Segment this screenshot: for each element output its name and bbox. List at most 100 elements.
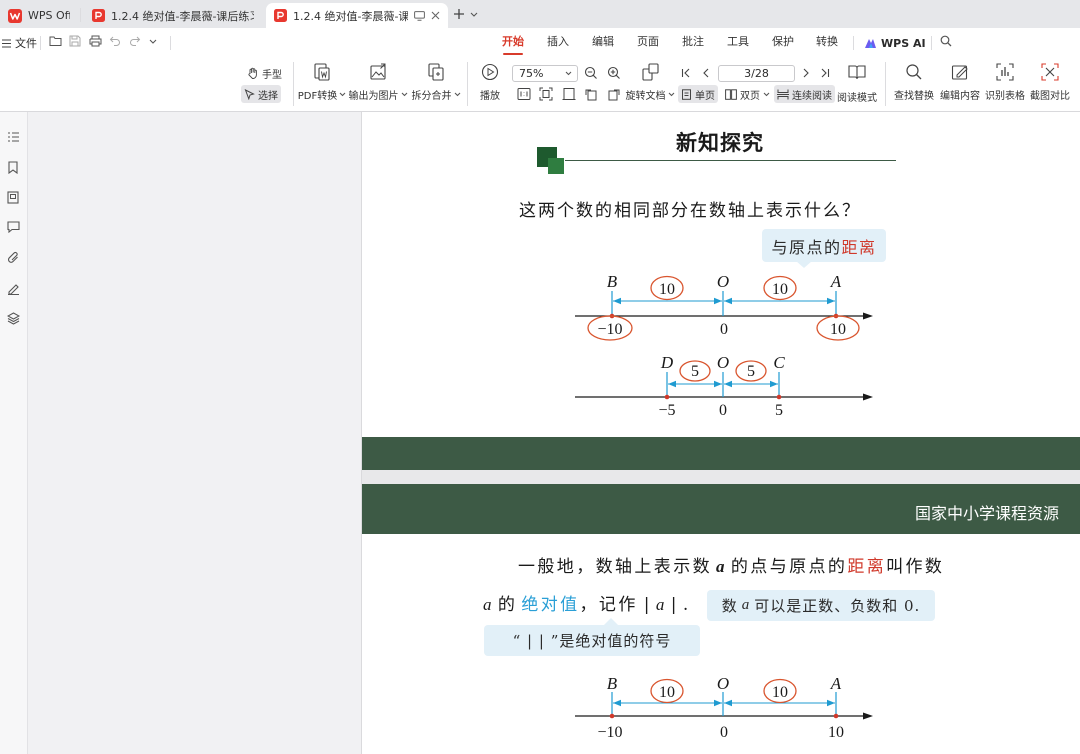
math-variable: a [741,597,751,613]
chevron-down-icon [339,92,346,97]
outline-list-icon[interactable] [7,131,20,143]
attachment-clip-icon[interactable] [7,251,20,264]
edit-content-icon [950,62,970,82]
rotate-left-icon[interactable] [584,87,598,101]
hamburger-menu-icon [2,39,11,48]
thumbnail-icon[interactable] [7,191,19,204]
left-panel-toolbar [0,112,28,754]
menu-divider [853,36,854,50]
definition-highlight: 绝对值 [521,595,580,615]
single-page-button[interactable]: 单页 [678,85,718,103]
split-merge-label: 拆分合并 [411,91,452,102]
tab-list-chevron-icon[interactable] [470,12,478,17]
last-page-icon[interactable] [820,68,830,78]
open-folder-icon[interactable] [49,35,62,47]
reading-mode-button[interactable]: 阅读模式 [835,62,879,106]
actual-size-icon[interactable] [517,87,531,101]
ribbon-divider [467,62,468,106]
fit-page-icon[interactable] [539,87,553,101]
page-indicator: 3/28 [744,67,769,80]
cursor-arrow-icon [244,88,255,100]
wps-ai-button[interactable]: WPS AI [864,34,926,52]
zoom-out-icon[interactable] [584,66,598,80]
comment-icon[interactable] [7,221,20,233]
split-merge-button[interactable]: 拆分合并 [409,62,463,106]
edit-content-button[interactable]: 编辑内容 [938,62,982,106]
menu-bar: 文件 开始 插入 编辑 页面 批注 工具 保护 转换 WPS AI [0,28,1080,56]
hand-tool-button[interactable]: 手型 [244,64,285,82]
find-replace-button[interactable]: 查找替换 [892,62,936,106]
tab-bar: WPS Office 1.2.4 绝对值-李晨薇-课后练习.pdf 1.2.4 … [0,0,1080,28]
wps-logo-icon [8,8,22,23]
monitor-icon[interactable] [414,10,425,21]
menu-divider [40,36,41,50]
search-icon[interactable] [940,35,952,47]
zoom-in-icon[interactable] [607,66,621,80]
export-image-button[interactable]: 输出为图片 [348,62,408,106]
hand-icon [247,67,259,79]
first-page-icon[interactable] [681,68,691,78]
tab-document-exercise[interactable]: 1.2.4 绝对值-李晨薇-课后练习.pdf [84,3,262,28]
ribbon-tab-home[interactable]: 开始 [493,34,533,55]
slide-header-text: 国家中小学课程资源 [914,504,1059,523]
reading-mode-label: 阅读模式 [837,93,877,104]
page-title: 新知探究 [676,130,764,155]
redo-icon[interactable] [129,35,141,47]
file-menu-label: 文件 [15,37,37,50]
chevron-down-icon [668,92,675,97]
absolute-value-bar: | [670,595,679,615]
ribbon-divider [293,62,294,106]
screenshot-compare-button[interactable]: 截图对比 [1028,62,1072,106]
pdf-convert-button[interactable]: PDF转换 [297,62,347,106]
close-tab-icon[interactable] [431,11,440,20]
layers-icon[interactable] [7,312,20,325]
tab-document-courseware[interactable]: 1.2.4 绝对值-李晨薇-课件.pc [266,3,448,28]
continuous-reading-button[interactable]: 连续阅读 [774,85,835,103]
edit-content-label: 编辑内容 [940,91,980,102]
recognize-table-button[interactable]: 识别表格 [983,62,1027,106]
previous-page-icon[interactable] [701,68,711,78]
ribbon-tab-page[interactable]: 页面 [628,34,668,52]
new-tab-plus-icon[interactable] [453,8,465,20]
print-icon[interactable] [89,35,102,47]
export-image-icon [368,62,388,82]
play-button[interactable]: 播放 [474,62,506,106]
tab-wps-home[interactable]: WPS Office [0,3,78,28]
select-tool-button[interactable]: 选择 [241,85,281,103]
double-page-button[interactable]: 双页 [722,85,773,103]
tab-label: 1.2.4 绝对值-李晨薇-课后练习.pdf [111,9,254,23]
ribbon-tab-insert[interactable]: 插入 [538,34,578,52]
hand-tool-label: 手型 [262,69,282,81]
signature-pen-icon[interactable] [7,282,20,295]
zoom-select[interactable]: 75% [512,65,578,82]
ribbon-tab-edit[interactable]: 编辑 [583,34,623,52]
ribbon-tab-convert[interactable]: 转换 [807,34,847,52]
tab-label: WPS Office [28,9,70,22]
split-merge-icon [426,62,446,82]
undo-icon[interactable] [109,35,121,47]
rotate-document-button[interactable]: 旋转文档 [626,62,674,106]
fit-width-icon[interactable] [562,87,576,101]
callout-bubble: 与原点的 距离 [762,229,886,268]
open-book-icon [847,62,867,82]
save-icon[interactable] [69,35,81,47]
chevron-down-icon [763,92,770,97]
export-image-label: 输出为图片 [348,91,399,102]
file-menu[interactable]: 文件 [2,34,37,52]
ribbon-tab-annotate[interactable]: 批注 [673,34,713,52]
pdf-convert-label: PDF转换 [297,91,338,102]
math-variable: a [483,595,494,614]
note-text: 可以是正数、负数和 0. [754,597,921,615]
rotate-right-icon[interactable] [607,87,621,101]
section-logo-square [548,158,564,174]
quick-access-chevron-icon[interactable] [149,39,157,44]
page-number-input[interactable]: 3/28 [718,65,795,82]
ribbon-tab-tools[interactable]: 工具 [718,34,758,52]
bookmark-icon[interactable] [7,161,19,174]
math-variable: a [655,595,667,614]
definition-text: ，记作 [579,595,638,615]
math-variable: a [716,557,727,576]
chevron-down-icon [565,71,572,76]
ribbon-tab-protect[interactable]: 保护 [763,34,803,52]
next-page-icon[interactable] [801,68,811,78]
